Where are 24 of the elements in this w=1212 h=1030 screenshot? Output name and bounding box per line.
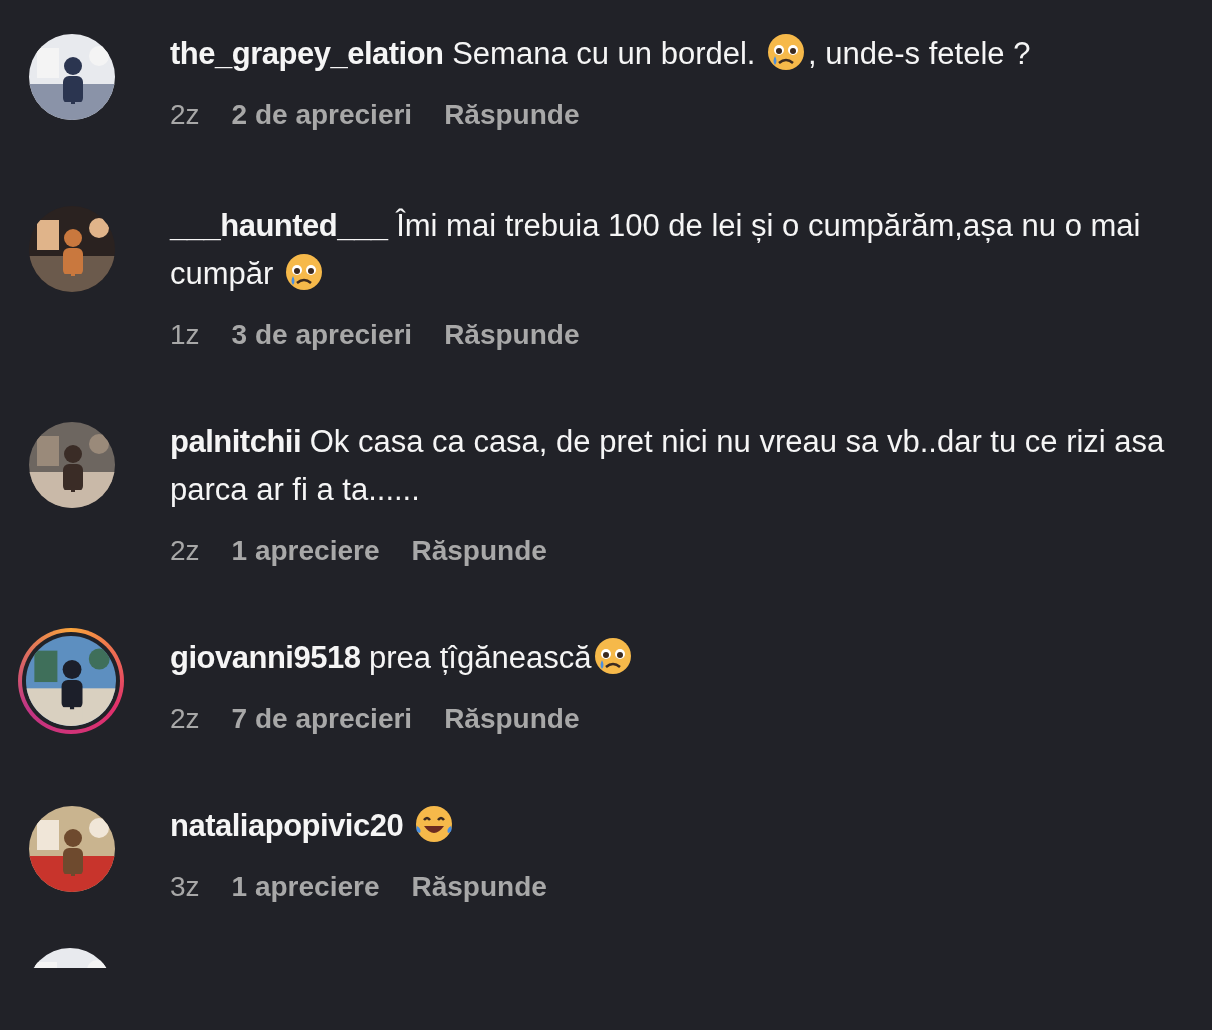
comment-text: giovanni9518 prea țîgănească <box>170 634 1202 682</box>
crying-face-icon <box>593 636 634 676</box>
likes-link[interactable]: 1 apreciere <box>231 866 380 908</box>
reply-link[interactable]: Răspunde <box>444 94 580 136</box>
comment-time: 2z <box>170 702 200 736</box>
comment-text: ___haunted___ Îmi mai trebuia 100 de lei și o cumpărăm,așa nu o mai cumpăr <box>170 207 1142 294</box>
comment-text: nataliapopivic20 <box>170 802 1202 850</box>
likes-link[interactable]: 3 de aprecieri <box>231 314 413 356</box>
likes-link[interactable]: 2 de aprecieri <box>231 94 413 136</box>
comment-time: 3z <box>170 870 200 904</box>
reply-link[interactable]: Răspunde <box>444 314 580 356</box>
likes-link[interactable]: 1 apreciere <box>231 530 380 572</box>
reply-link[interactable]: Răspunde <box>444 698 580 740</box>
crying-face-icon <box>284 252 324 292</box>
comment-text: palnitchii Ok casa ca casa, de pret nici nu vreau sa vb..dar tu ce rizi asa parca ar fi a ta...... <box>170 423 1166 509</box>
comment-time: 2z <box>170 98 200 132</box>
comment-time: 2z <box>170 534 200 568</box>
laughing-face-icon <box>413 804 454 844</box>
reply-link[interactable]: Răspunde <box>411 530 547 572</box>
crying-face-icon <box>766 32 807 72</box>
reply-link[interactable]: Răspunde <box>411 866 547 908</box>
likes-link[interactable]: 7 de aprecieri <box>231 698 413 740</box>
comment-time: 1z <box>170 318 200 352</box>
comment-text: the_grapey_elation Semana cu un bordel. , unde-s fetele ? <box>170 30 1202 78</box>
